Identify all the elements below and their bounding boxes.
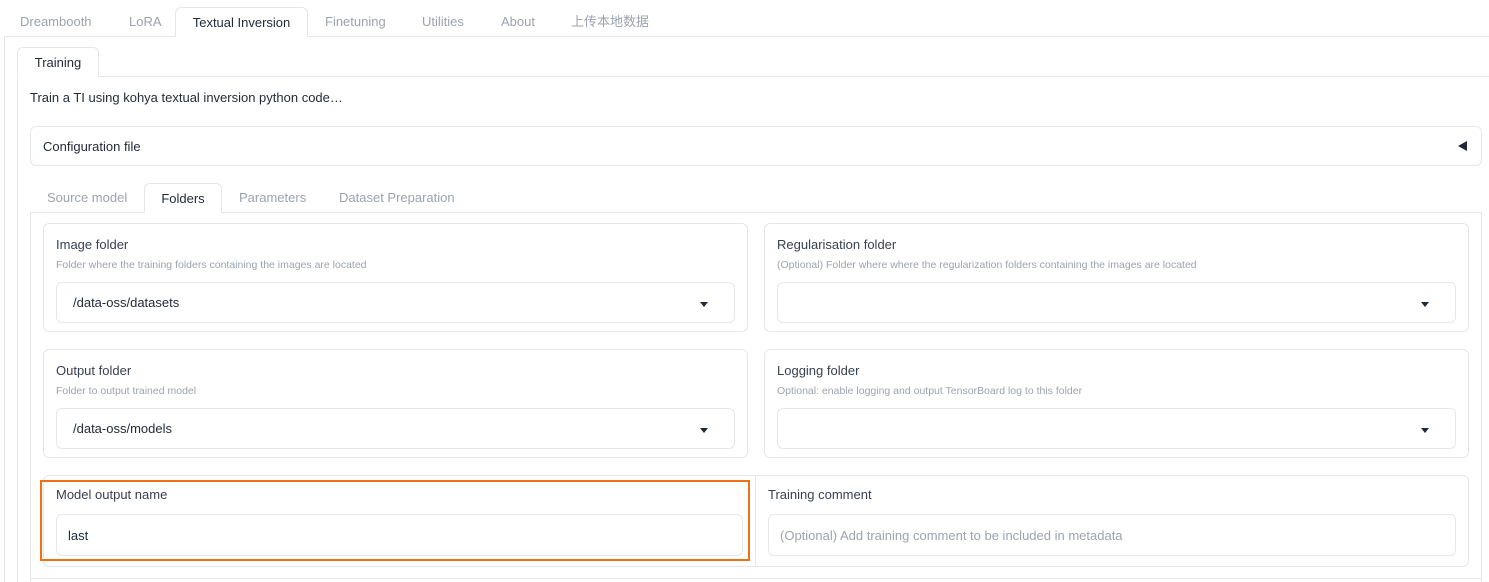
output-folder-card: Output folder Folder to output trained m…	[43, 349, 748, 458]
training-comment-label: Training comment	[768, 487, 872, 502]
model-output-name-label: Model output name	[56, 487, 168, 502]
configuration-file-label: Configuration file	[43, 139, 141, 154]
chevron-down-icon[interactable]	[700, 428, 708, 433]
folders-panel-border-bottom	[30, 578, 1482, 579]
logging-folder-info: Optional: enable logging and output Tens…	[777, 385, 1083, 397]
chevron-down-icon[interactable]	[1421, 428, 1429, 433]
training-comment-input[interactable]: (Optional) Add training comment to be in…	[768, 514, 1456, 556]
tab-source-model[interactable]: Source model	[47, 183, 127, 213]
image-folder-dropdown[interactable]: /data-oss/datasets	[56, 282, 735, 323]
tab-about[interactable]: About	[501, 7, 535, 37]
regularisation-folder-title: Regularisation folder	[777, 237, 897, 252]
chevron-down-icon[interactable]	[1421, 302, 1429, 307]
output-folder-dropdown[interactable]: /data-oss/models	[56, 408, 735, 449]
tab-upload-local-data[interactable]: 上传本地数据	[571, 7, 649, 37]
configuration-file-accordion[interactable]: Configuration file	[30, 126, 1482, 166]
logging-folder-dropdown[interactable]	[777, 408, 1456, 449]
folders-panel-border-right	[1481, 212, 1482, 582]
output-folder-title: Output folder	[56, 363, 132, 378]
page-description: Train a TI using kohya textual inversion…	[30, 90, 343, 105]
row-divider	[755, 476, 756, 566]
tab-training[interactable]: Training	[17, 47, 99, 77]
regularisation-folder-card: Regularisation folder (Optional) Folder …	[764, 223, 1469, 332]
tab-textual-inversion[interactable]: Textual Inversion	[175, 7, 308, 37]
top-tab-bar: Dreambooth LoRA Textual Inversion Finetu…	[0, 0, 1489, 37]
tab-utilities[interactable]: Utilities	[422, 7, 464, 37]
chevron-down-icon[interactable]	[700, 302, 708, 307]
tab-folders[interactable]: Folders	[144, 183, 222, 213]
tab-dreambooth[interactable]: Dreambooth	[20, 7, 92, 37]
regularisation-folder-dropdown[interactable]	[777, 282, 1456, 323]
output-folder-info: Folder to output trained model	[56, 385, 197, 397]
training-panel-border	[17, 76, 18, 582]
folders-panel-border-left	[30, 212, 31, 582]
tab-parameters[interactable]: Parameters	[239, 183, 306, 213]
output-folder-value: /data-oss/models	[73, 421, 172, 436]
image-folder-value: /data-oss/datasets	[73, 295, 180, 310]
image-folder-card: Image folder Folder where the training f…	[43, 223, 748, 332]
tab-lora[interactable]: LoRA	[129, 7, 162, 37]
logging-folder-title: Logging folder	[777, 363, 860, 378]
collapse-arrow-icon[interactable]	[1458, 141, 1467, 151]
logging-folder-card: Logging folder Optional: enable logging …	[764, 349, 1469, 458]
model-output-name-input[interactable]: last	[56, 514, 743, 556]
tab-finetuning[interactable]: Finetuning	[325, 7, 386, 37]
image-folder-info: Folder where the training folders contai…	[56, 259, 367, 271]
regularisation-folder-info: (Optional) Folder where where the regula…	[777, 259, 1197, 271]
image-folder-title: Image folder	[56, 237, 129, 252]
training-tab-divider	[17, 76, 1489, 77]
tab-dataset-preparation[interactable]: Dataset Preparation	[339, 183, 455, 213]
